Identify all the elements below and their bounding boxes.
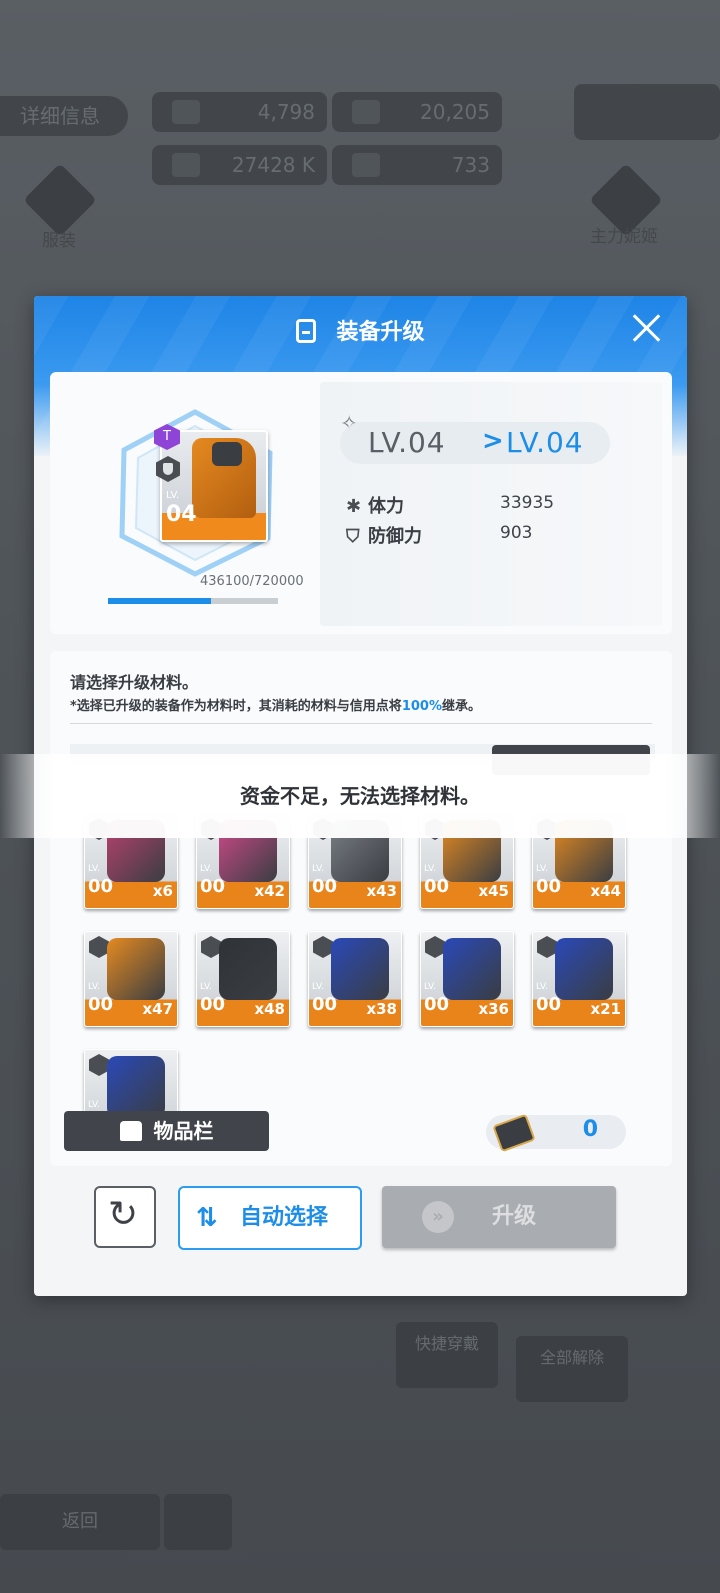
material-lv-label: LV. — [536, 982, 548, 992]
materials-title: 请选择升级材料。 — [70, 673, 199, 692]
material-level: 00 — [424, 876, 450, 897]
level-current: LV.04 — [368, 426, 446, 459]
material-level: 00 — [200, 876, 226, 897]
material-lv-label: LV. — [424, 864, 436, 874]
material-art — [107, 1056, 165, 1118]
inventory-label: 物品栏 — [153, 1119, 214, 1143]
level-next: LV.04 — [506, 426, 584, 459]
equipment-art — [192, 438, 256, 518]
material-level: 00 — [536, 876, 562, 897]
upgrade-button[interactable]: » 升级 — [382, 1186, 616, 1248]
defense-type-icon — [89, 1054, 109, 1076]
material-level: 00 — [536, 994, 562, 1015]
material-count: x42 — [254, 882, 285, 900]
material-level: 00 — [88, 994, 114, 1015]
material-lv-label: LV. — [312, 982, 324, 992]
exp-progress-bar — [108, 598, 278, 604]
material-count: x43 — [366, 882, 397, 900]
material-item[interactable]: LV. 00 x21 — [532, 931, 626, 1027]
exp-text: 436100/720000 — [200, 574, 304, 589]
defense-type-icon — [537, 936, 557, 958]
material-lv-label: LV. — [88, 864, 100, 874]
credit-cost-value: 0 — [582, 1117, 598, 1142]
material-level: 00 — [200, 994, 226, 1015]
materials-note-suffix: 继承。 — [441, 699, 481, 714]
material-count: x36 — [478, 1000, 509, 1018]
material-lv-label: LV. — [424, 982, 436, 992]
equipment-card: LV. 04 T 436100/720000 ✧ LV.04 > LV.04 ✱… — [50, 372, 672, 634]
materials-note: *选择已升级的装备作为材料时，其消耗的材料与信用点将100%继承。 — [70, 695, 481, 714]
materials-note-percent: 100% — [401, 699, 442, 714]
fast-forward-icon: » — [422, 1201, 454, 1233]
shield-icon: ⛉ — [346, 526, 360, 547]
asterisk-icon: ✱ — [346, 496, 362, 517]
material-item[interactable]: LV. 00 x36 — [420, 931, 514, 1027]
equipment-item[interactable]: LV. 04 — [160, 430, 268, 542]
toast-notification: 资金不足，无法选择材料。 — [0, 754, 720, 838]
defense-type-icon — [313, 936, 333, 958]
stat-label: 体力 — [368, 496, 404, 517]
material-count: x44 — [590, 882, 621, 900]
material-count: x45 — [478, 882, 509, 900]
defense-type-icon — [201, 936, 221, 958]
stat-defense-value: 903 — [500, 523, 533, 543]
defense-type-icon — [89, 936, 109, 958]
material-lv-label: LV. — [200, 982, 212, 992]
inventory-icon — [119, 1121, 142, 1141]
material-lv-label: LV. — [312, 864, 324, 874]
material-art — [219, 938, 277, 1000]
materials-panel: 请选择升级材料。 *选择已升级的装备作为材料时，其消耗的材料与信用点将100%继… — [50, 651, 672, 1166]
material-art — [443, 938, 501, 1000]
material-lv-label: LV. — [200, 864, 212, 874]
equipment-level: 04 — [166, 502, 197, 527]
dialog-title: 装备升级 — [34, 314, 687, 346]
close-icon[interactable] — [629, 310, 665, 346]
material-count: x6 — [152, 882, 173, 900]
divider — [70, 723, 652, 724]
auto-select-label: 自动选择 — [240, 1205, 329, 1230]
equipment-lv-label: LV. — [166, 490, 180, 501]
stat-hp: ✱ 体力 — [346, 492, 404, 518]
material-count: x21 — [590, 1000, 621, 1018]
backpack-icon — [296, 319, 317, 343]
dialog-title-text: 装备升级 — [336, 320, 425, 345]
exp-progress-fill — [108, 598, 211, 604]
material-count: x38 — [366, 1000, 397, 1018]
material-count: x47 — [142, 1000, 173, 1018]
material-lv-label: LV. — [88, 1100, 100, 1110]
stat-label: 防御力 — [368, 526, 422, 547]
material-item[interactable]: LV. 00 x38 — [308, 931, 402, 1027]
material-item[interactable]: LV. 00 x48 — [196, 931, 290, 1027]
materials-note-text: *选择已升级的装备作为材料时，其消耗的材料与信用点将 — [70, 699, 402, 714]
material-item[interactable]: LV. 00 x47 — [84, 931, 178, 1027]
toast-message: 资金不足，无法选择材料。 — [240, 784, 480, 808]
upgrade-label: 升级 — [492, 1204, 537, 1229]
material-art — [555, 938, 613, 1000]
material-level: 00 — [312, 876, 338, 897]
refresh-icon: ↻ — [108, 1194, 139, 1235]
material-art — [331, 938, 389, 1000]
material-level: 00 — [424, 994, 450, 1015]
sort-arrows-icon: ⇅ — [196, 1203, 218, 1233]
material-count: x48 — [254, 1000, 285, 1018]
material-level: 00 — [312, 994, 338, 1015]
inventory-button[interactable]: 物品栏 — [64, 1111, 269, 1151]
material-level: 00 — [88, 876, 114, 897]
credit-card-icon — [492, 1113, 536, 1153]
stat-defense: ⛉ 防御力 — [346, 522, 422, 548]
material-art — [107, 938, 165, 1000]
stat-hp-value: 33935 — [500, 493, 555, 513]
material-lv-label: LV. — [88, 982, 100, 992]
material-lv-label: LV. — [536, 864, 548, 874]
auto-select-button[interactable]: ⇅ 自动选择 — [178, 1186, 362, 1250]
level-arrow-icon: > — [482, 426, 504, 456]
credit-cost: 0 — [486, 1113, 626, 1153]
level-change: LV.04 > LV.04 — [340, 422, 610, 464]
reset-button[interactable]: ↻ — [94, 1186, 156, 1248]
defense-type-icon — [425, 936, 445, 958]
